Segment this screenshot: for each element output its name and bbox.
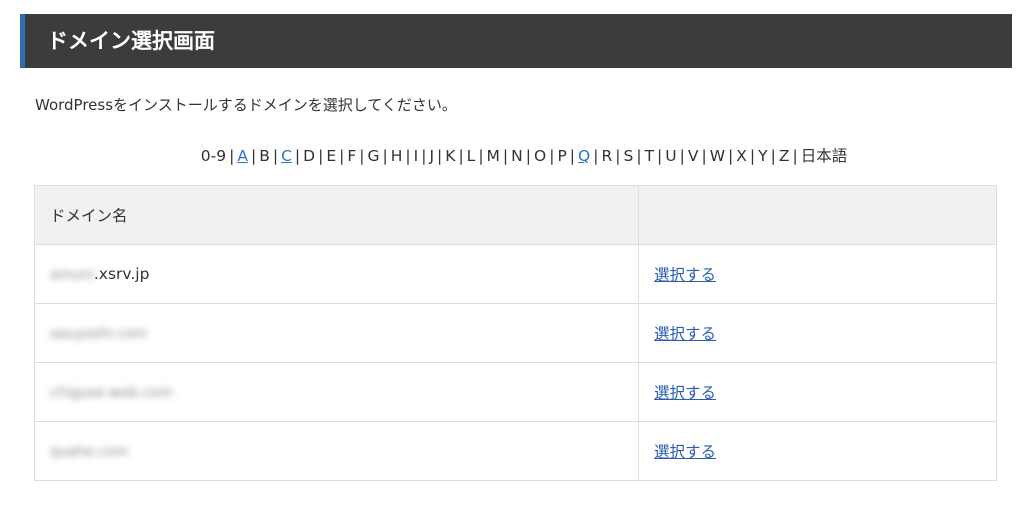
action-cell: 選択する — [638, 244, 997, 304]
select-domain-link[interactable]: 選択する — [654, 443, 716, 461]
alpha-filter-f: F — [347, 147, 357, 165]
table-row: quahe.com 選択する — [34, 421, 997, 481]
alpha-filter-o: O — [534, 147, 547, 165]
select-domain-link[interactable]: 選択する — [654, 266, 716, 284]
action-cell: 選択する — [638, 421, 997, 481]
alpha-filter-p: P — [557, 147, 567, 165]
alpha-filter-e: E — [326, 147, 337, 165]
alpha-separator: | — [792, 147, 798, 165]
alpha-separator: | — [294, 147, 301, 165]
page-title: ドメイン選択画面 — [47, 29, 215, 53]
alpha-separator: | — [359, 147, 365, 165]
instruction-text: WordPressをインストールするドメインを選択してください。 — [35, 96, 457, 114]
domain-name-cell: aauyoshi.com — [34, 303, 639, 363]
column-header-domain-name: ドメイン名 — [34, 185, 639, 245]
alpha-separator: | — [679, 147, 685, 165]
alpha-filter-d: D — [303, 147, 316, 165]
alpha-filter-b: B — [259, 147, 270, 165]
alpha-separator: | — [593, 147, 599, 165]
alpha-separator: | — [770, 147, 776, 165]
alpha-separator: | — [478, 147, 484, 165]
alpha-separator: | — [525, 147, 531, 165]
alpha-filter-r: R — [601, 147, 613, 165]
blurred-domain-text: chiguse-web.com — [50, 385, 173, 401]
alpha-separator: | — [437, 147, 443, 165]
domain-name-cell: amuni.xsrv.jp — [34, 244, 639, 304]
select-domain-link[interactable]: 選択する — [654, 325, 716, 343]
page-header: ドメイン選択画面 — [20, 14, 1012, 68]
alpha-separator: | — [749, 147, 756, 165]
table-row: aauyoshi.com 選択する — [34, 303, 997, 363]
alpha-separator: | — [405, 147, 411, 165]
alpha-filter-y: Y — [758, 147, 768, 165]
alpha-filter-0-9: 0-9 — [200, 147, 227, 165]
alpha-filter-a[interactable]: A — [237, 147, 248, 165]
alpha-separator: | — [250, 147, 257, 165]
alpha-filter-h: H — [390, 147, 403, 165]
table-row: chiguse-web.com 選択する — [34, 362, 997, 422]
alpha-separator: | — [549, 147, 555, 165]
alpha-separator: | — [615, 147, 621, 165]
alpha-filter-japanese: 日本語 — [800, 147, 848, 165]
alpha-separator: | — [421, 147, 427, 165]
select-domain-link[interactable]: 選択する — [654, 384, 716, 402]
alpha-filter-x: X — [736, 147, 747, 165]
alpha-filter-s: S — [623, 147, 634, 165]
alpha-filter-v: V — [687, 147, 699, 165]
alpha-filter-m: M — [486, 147, 500, 165]
alpha-separator: | — [502, 147, 509, 165]
domain-table: ドメイン名 amuni.xsrv.jp 選択する aauyoshi.com 選択する c… — [34, 185, 997, 481]
alpha-filter-u: U — [665, 147, 677, 165]
alpha-separator: | — [569, 147, 576, 165]
alpha-filter-z: Z — [778, 147, 790, 165]
alpha-filter-n: N — [511, 147, 523, 165]
alpha-separator: | — [339, 147, 345, 165]
column-header-action — [638, 185, 997, 245]
alpha-filter-t: T — [644, 147, 655, 165]
action-cell: 選択する — [638, 303, 997, 363]
domain-suffix-text: .xsrv.jp — [93, 265, 150, 283]
alpha-filter-q[interactable]: Q — [578, 147, 590, 165]
alpha-separator: | — [229, 147, 235, 165]
action-cell: 選択する — [638, 362, 997, 422]
table-header-row: ドメイン名 — [34, 185, 997, 245]
alpha-filter-c[interactable]: C — [281, 147, 292, 165]
domain-name-cell: quahe.com — [34, 421, 639, 481]
alphabet-filter-nav: 0-9 | A | B | C | D | E | F | G | H | I | J | K | L | M | N | O | P | Q | R |… — [0, 144, 1024, 166]
blurred-domain-text: amuni — [50, 267, 94, 283]
blurred-domain-text: aauyoshi.com — [50, 326, 148, 342]
alpha-filter-g: G — [367, 147, 380, 165]
alpha-separator: | — [728, 147, 734, 165]
alpha-filter-w: W — [709, 147, 726, 165]
alpha-separator: | — [657, 147, 663, 165]
table-row: amuni.xsrv.jp 選択する — [34, 244, 997, 304]
alpha-separator: | — [318, 147, 324, 165]
alpha-separator: | — [636, 147, 642, 165]
domain-name-cell: chiguse-web.com — [34, 362, 639, 422]
alpha-filter-k: K — [445, 147, 456, 165]
alpha-separator: | — [458, 147, 464, 165]
blurred-domain-text: quahe.com — [50, 444, 129, 460]
alpha-separator: | — [382, 147, 388, 165]
alpha-separator: | — [272, 147, 279, 165]
alpha-separator: | — [701, 147, 707, 165]
